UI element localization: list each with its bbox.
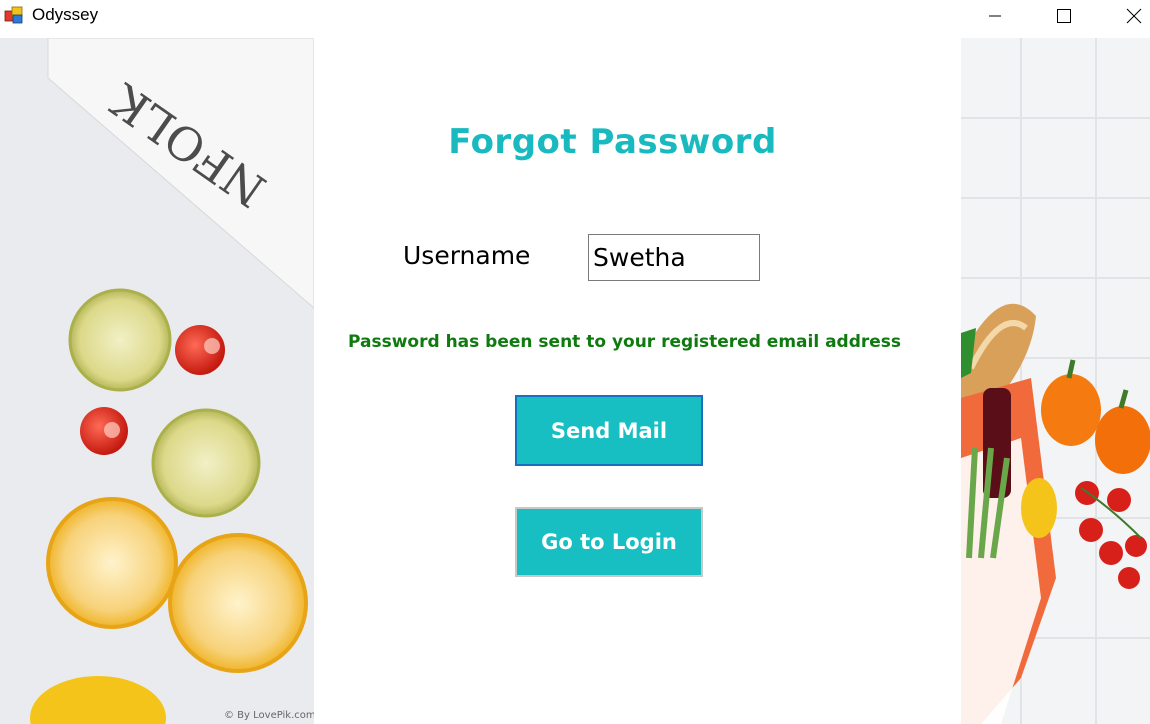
maximize-icon (1057, 9, 1071, 23)
close-button[interactable] (1111, 0, 1150, 32)
send-mail-button[interactable]: Send Mail (515, 395, 703, 466)
status-message: Password has been sent to your registere… (348, 332, 902, 352)
watermark-text: © By LovePik.com (224, 710, 314, 721)
minimize-button[interactable] (972, 0, 1018, 32)
forgot-password-panel: Forgot Password Username Password has be… (314, 38, 961, 724)
window-title: Odyssey (32, 5, 99, 24)
username-label: Username (403, 241, 531, 270)
maximize-button[interactable] (1041, 0, 1087, 32)
left-food-image: NFOLK © By LovePik.com (0, 38, 314, 724)
go-to-login-button[interactable]: Go to Login (515, 507, 703, 577)
username-input[interactable] (588, 234, 760, 281)
page-title: Forgot Password (448, 122, 777, 162)
minimize-icon (989, 15, 1001, 17)
title-bar: Odyssey (0, 0, 1150, 32)
close-icon (1126, 8, 1142, 24)
app-icon (4, 5, 24, 25)
right-food-image (961, 38, 1150, 724)
